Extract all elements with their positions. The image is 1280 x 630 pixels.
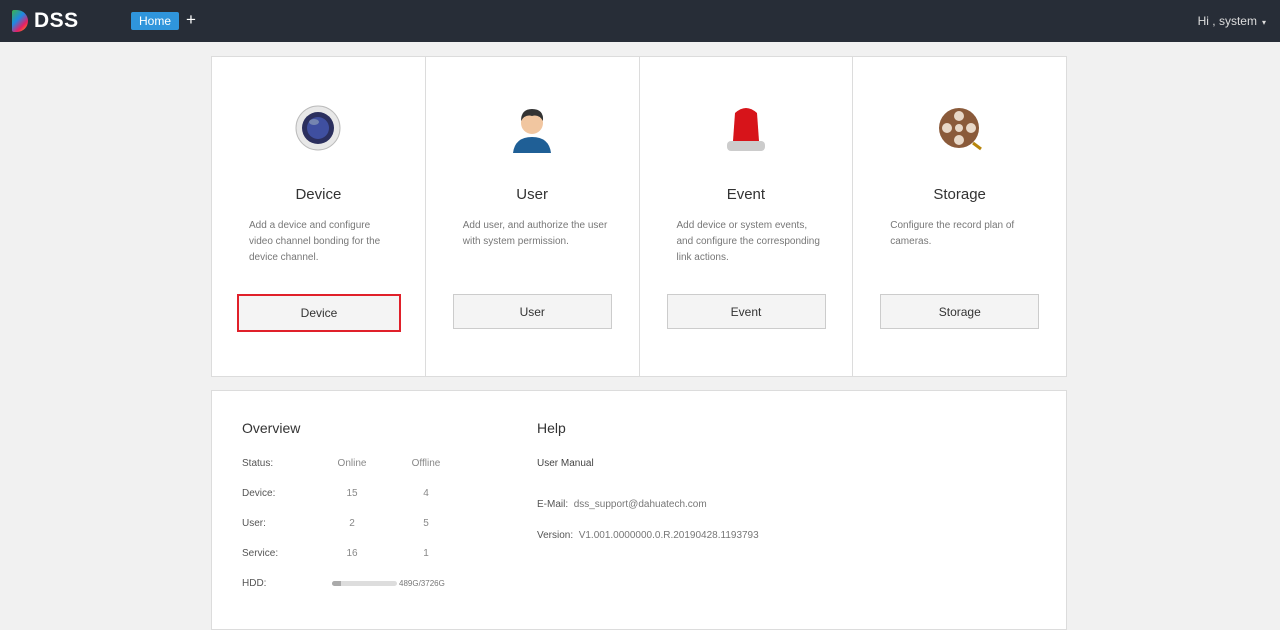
card-description: Add device or system events, and configu… [676,220,820,263]
logo-text: DSS [34,9,79,32]
user-greeting: Hi , system [1197,14,1257,28]
caret-down-icon: ▾ [1261,18,1266,27]
row-label: Service: [242,548,279,559]
version-line: Version: V1.001.0000000.0.R.20190428.119… [537,530,759,541]
alarm-light-icon [726,108,765,151]
row-label: Device: [242,488,276,499]
user-menu[interactable]: Hi , system ▾ [1198,14,1266,28]
logo[interactable]: DSS [12,9,79,33]
film-reel-icon [938,108,982,151]
card-description: Configure the record plan of cameras. [890,220,1015,247]
status-label: Status: [242,458,274,469]
card-title: Event [726,186,766,203]
card-event: Event Add device or system events, and c… [640,57,854,376]
overview-title: Overview [242,420,301,436]
overview-panel: Overview Status: Online Offline Device: … [211,390,1067,630]
event-button[interactable]: Event [666,294,826,329]
card-description: Add user, and authorize the user with sy… [462,220,608,247]
user-offline: 5 [423,518,429,529]
device-button[interactable]: Device [237,294,401,332]
tab-home[interactable]: Home [131,12,180,30]
card-user: User Add user, and authorize the user wi… [426,57,640,376]
card-title: Storage [933,186,986,203]
camera-icon [295,105,341,151]
card-device: Device Add a device and configure video … [212,57,426,376]
top-bar: DSS Home + Hi , system ▾ [0,0,1280,42]
hdd-label: HDD: [242,578,267,589]
online-header: Online [337,458,367,469]
email-line: E-Mail: dss_support@dahuatech.com [537,499,707,510]
user-online: 2 [349,518,355,529]
card-storage: Storage Configure the record plan of cam… [853,57,1066,376]
card-title: User [516,186,548,203]
hdd-usage-fill [332,581,341,586]
hdd-text: 489G/3726G [399,579,445,588]
help-title: Help [537,420,566,436]
device-online: 15 [346,488,358,499]
email-label: E-Mail: [537,499,569,510]
module-cards: Device Add a device and configure video … [211,56,1067,377]
add-tab-button[interactable]: + [186,10,196,30]
offline-header: Offline [411,458,441,469]
version-value: V1.001.0000000.0.R.20190428.1193793 [578,530,759,541]
service-offline: 1 [423,548,429,559]
user-button[interactable]: User [452,294,612,329]
device-offline: 4 [423,488,429,499]
card-description: Add a device and configure video channel… [249,220,381,263]
hdd-usage-bar [332,581,397,586]
version-label: Version: [537,530,574,541]
storage-button[interactable]: Storage [880,294,1040,329]
dss-logo-icon [12,10,28,32]
user-icon [513,109,552,153]
row-label: User: [242,518,266,529]
user-manual-link[interactable]: User Manual [537,458,594,469]
email-value: dss_support@dahuatech.com [573,499,707,510]
service-online: 16 [346,548,358,559]
card-title: Device [295,186,342,203]
